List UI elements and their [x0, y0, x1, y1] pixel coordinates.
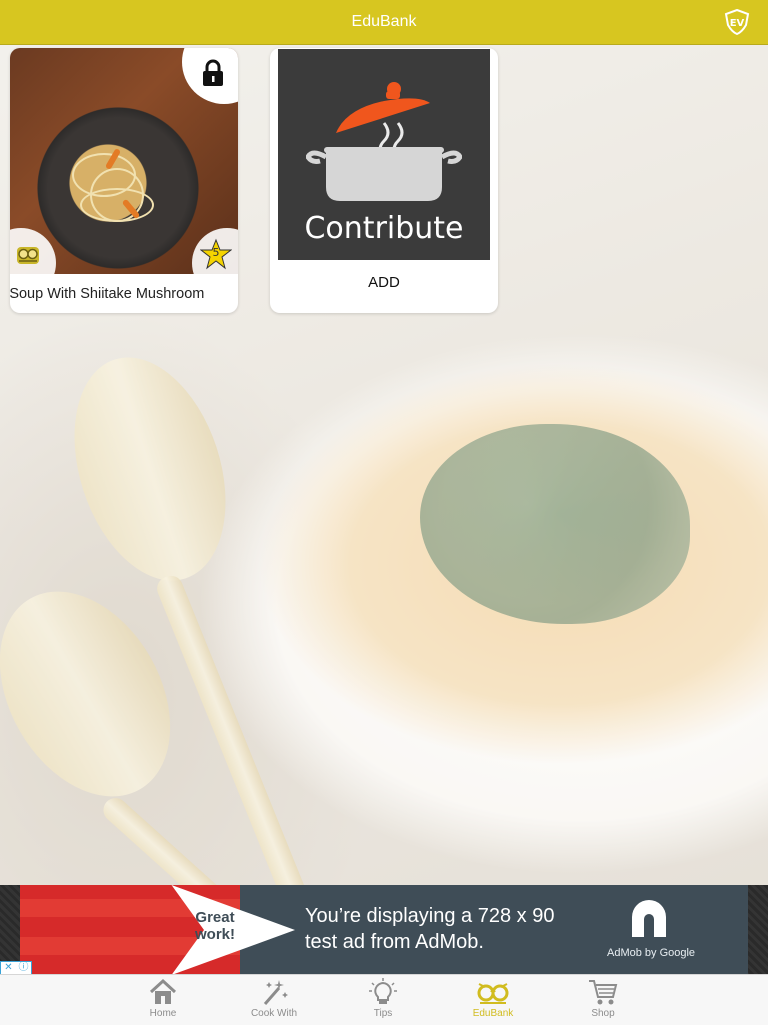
rating-badge: 5	[200, 238, 232, 270]
ad-message-line1: You’re displaying a 728 x 90	[305, 905, 555, 927]
ad-message-line2: test ad from AdMob.	[305, 931, 484, 953]
lightbulb-icon	[369, 978, 397, 1004]
admob-brand: AdMob by Google	[607, 947, 696, 959]
contribute-card[interactable]: Contribute ADD	[270, 48, 498, 313]
tab-edubank[interactable]: EduBank	[453, 975, 533, 1025]
tab-shop[interactable]: Shop	[563, 975, 643, 1025]
ad-banner[interactable]: Great work! You’re displaying a 728 x 90…	[20, 885, 748, 975]
recipe-title[interactable]: le Soup With Shiitake Mushroom	[10, 274, 238, 313]
tab-label: Cook With	[250, 1008, 298, 1019]
magic-wand-icon	[263, 980, 288, 1005]
top-bar: EduBank EV	[0, 0, 768, 45]
ad-badge-text: Great work!	[194, 909, 235, 943]
tab-label: Tips	[373, 1008, 393, 1019]
recipe-photo: 5	[10, 48, 238, 274]
owl-glasses-icon	[477, 983, 509, 1004]
shopping-cart-icon	[589, 980, 618, 1005]
cooking-pot-icon	[306, 82, 462, 201]
home-icon	[149, 978, 177, 1004]
recipe-card[interactable]: 5 le Soup With Shiitake Mushroom	[10, 48, 238, 313]
ad-message: You’re displaying a 728 x 90 test ad fro…	[305, 903, 554, 955]
contribute-image[interactable]: Contribute	[278, 49, 490, 260]
add-button[interactable]: ADD	[270, 274, 498, 291]
rating-value: 5	[212, 246, 220, 259]
noodle-illustration	[80, 188, 154, 222]
page-title: EduBank	[351, 13, 417, 30]
tab-label: EduBank	[472, 1008, 514, 1019]
tab-label: Home	[149, 1008, 177, 1019]
ev-shield-logo-icon[interactable]: EV	[724, 9, 750, 35]
owl-glasses-icon	[17, 247, 39, 264]
contribute-text: Contribute	[304, 211, 464, 246]
tab-label: Shop	[591, 1008, 615, 1019]
tab-home[interactable]: Home	[123, 975, 203, 1025]
lock-icon[interactable]	[200, 58, 226, 88]
tab-tips[interactable]: Tips	[343, 975, 423, 1025]
tab-cook-with[interactable]: Cook With	[234, 975, 314, 1025]
tab-bar: Home Cook With Tips EduBank Shop	[0, 974, 768, 1025]
svg-text:EV: EV	[730, 18, 745, 29]
admob-logo-icon	[632, 900, 666, 937]
